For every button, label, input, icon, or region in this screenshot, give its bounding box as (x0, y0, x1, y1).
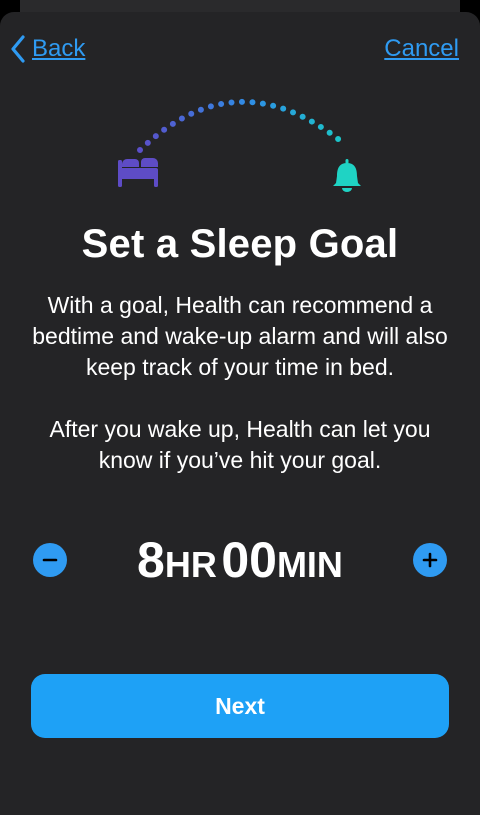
back-label: Back (32, 35, 86, 62)
chevron-left-icon (10, 35, 26, 63)
alarm-bell-icon (333, 159, 361, 192)
bed-icon (118, 158, 158, 187)
sleep-arc-illustration (118, 99, 361, 192)
description-paragraph: With a goal, Health can recommend a bedt… (32, 292, 448, 380)
goal-minutes: 00 (221, 532, 277, 588)
goal-minutes-unit: MIN (276, 544, 343, 585)
next-button[interactable]: Next (31, 674, 449, 738)
plus-icon (413, 543, 447, 577)
decrease-goal-button[interactable] (33, 543, 67, 577)
goal-hours: 8 (137, 532, 165, 588)
page-title: Set a Sleep Goal (81, 222, 399, 266)
goal-hours-unit: HR (164, 544, 217, 585)
increase-goal-button[interactable] (413, 543, 447, 577)
back-button[interactable]: Back (10, 34, 85, 64)
cancel-button[interactable]: Cancel (384, 34, 459, 64)
minus-icon (33, 543, 67, 577)
sleep-goal-duration: 8HR 00MIN (80, 530, 400, 603)
description-paragraph: After you wake up, Health can let you kn… (49, 416, 431, 473)
sleep-arc-dots (137, 99, 345, 153)
